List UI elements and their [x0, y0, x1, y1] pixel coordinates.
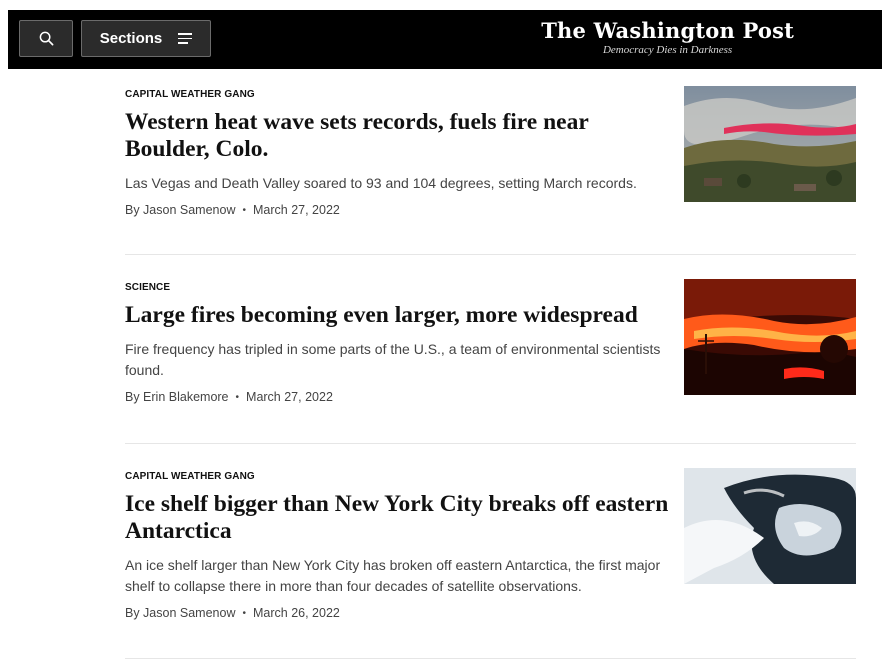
story-image-ice-shelf[interactable]: [684, 468, 856, 584]
story-date: March 26, 2022: [253, 606, 340, 620]
brand-name: The Washington Post: [541, 18, 794, 43]
byline-separator: •: [242, 608, 246, 619]
story-blurb: Fire frequency has tripled in some parts…: [125, 341, 661, 378]
story-headline[interactable]: Western heat wave sets records, fuels fi…: [125, 109, 670, 163]
story-image-wildfire-hills[interactable]: [684, 86, 856, 202]
story-kicker[interactable]: SCIENCE: [125, 282, 670, 293]
search-button[interactable]: [19, 20, 73, 57]
top-navigation-bar: Sections The Washington Post Democracy D…: [8, 10, 882, 69]
story-card: SCIENCE Large fires becoming even larger…: [125, 279, 856, 404]
story-author[interactable]: By Erin Blakemore: [125, 390, 229, 404]
story-headline[interactable]: Ice shelf bigger than New York City brea…: [125, 491, 670, 545]
story-card: CAPITAL WEATHER GANG Western heat wave s…: [125, 86, 856, 217]
story-image-night-fire[interactable]: [684, 279, 856, 395]
hamburger-menu-icon: [178, 33, 193, 44]
sections-label: Sections: [99, 30, 163, 47]
sections-menu-button[interactable]: Sections: [81, 20, 211, 57]
story-divider: [125, 254, 856, 255]
story-byline: By Erin Blakemore • March 27, 2022: [125, 390, 670, 404]
story-headline[interactable]: Large fires becoming even larger, more w…: [125, 302, 670, 329]
byline-separator: •: [242, 205, 246, 216]
search-icon: [39, 31, 53, 46]
story-date: March 27, 2022: [253, 203, 340, 217]
story-author[interactable]: By Jason Samenow: [125, 203, 235, 217]
story-kicker[interactable]: CAPITAL WEATHER GANG: [125, 471, 670, 482]
brand-tagline: Democracy Dies in Darkness: [602, 44, 733, 56]
story-blurb: An ice shelf larger than New York City h…: [125, 557, 661, 594]
story-divider: [125, 443, 856, 444]
story-card: CAPITAL WEATHER GANG Ice shelf bigger th…: [125, 468, 856, 620]
story-author[interactable]: By Jason Samenow: [125, 606, 235, 620]
brand-logo[interactable]: The Washington Post Democracy Dies in Da…: [541, 18, 794, 57]
story-kicker[interactable]: CAPITAL WEATHER GANG: [125, 89, 670, 100]
story-blurb: Las Vegas and Death Valley soared to 93 …: [125, 175, 637, 191]
story-byline: By Jason Samenow • March 26, 2022: [125, 606, 670, 620]
byline-separator: •: [235, 392, 240, 403]
story-date: March 27, 2022: [246, 390, 333, 404]
story-byline: By Jason Samenow • March 27, 2022: [125, 203, 670, 217]
